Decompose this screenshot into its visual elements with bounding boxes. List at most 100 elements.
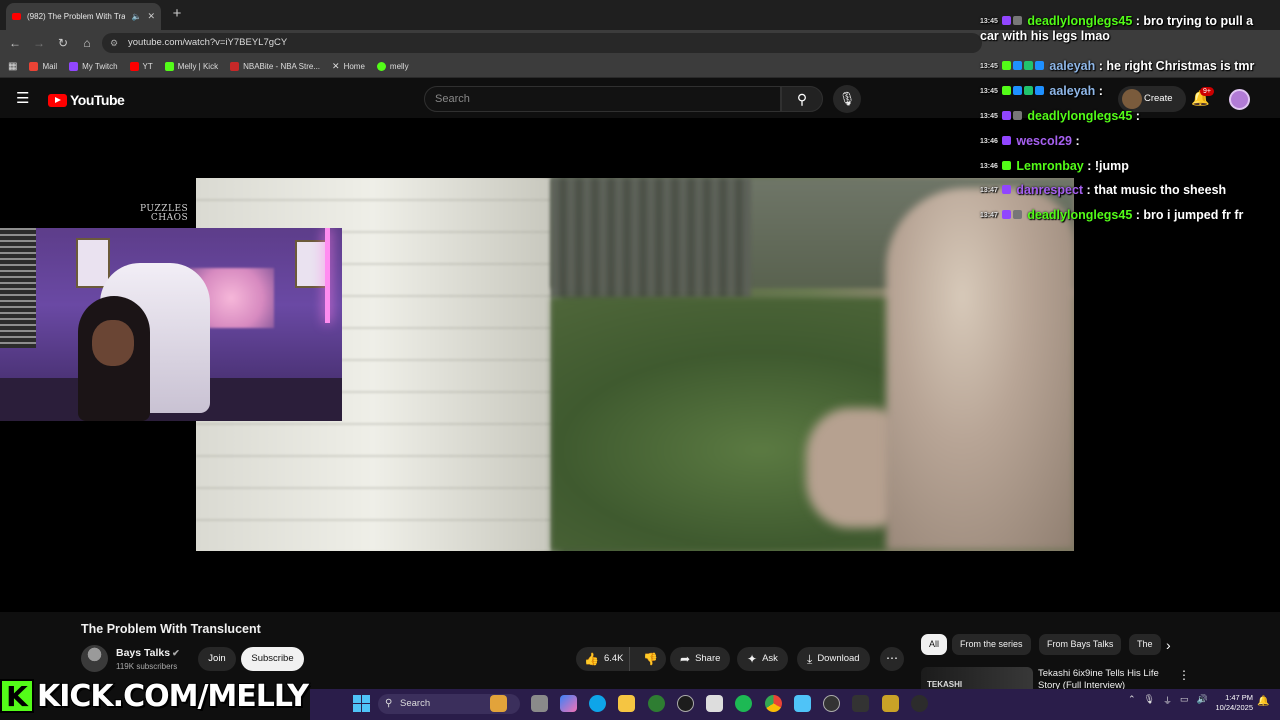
back-icon[interactable]: ←	[6, 34, 24, 52]
chat-message: 13:45 aaleyah : he right Christmas is tm…	[980, 59, 1270, 74]
reload-icon[interactable]: ↻	[54, 34, 72, 52]
spotify-icon[interactable]	[735, 695, 752, 712]
recommendation-title[interactable]: Tekashi 6ix9ine Tells His Life Story (Fu…	[1038, 668, 1168, 690]
chat-username: wescol29	[1012, 134, 1072, 148]
chat-text: : bro i jumped fr fr	[1132, 208, 1244, 222]
obs-icon[interactable]	[677, 695, 694, 712]
dislike-button[interactable]: 👎	[635, 647, 666, 671]
app-icon[interactable]	[911, 695, 928, 712]
chevron-right-icon[interactable]: ›	[1166, 637, 1171, 653]
chip-from-the-series[interactable]: From the series	[952, 634, 1031, 655]
network-icon[interactable]: ▭	[1180, 694, 1189, 707]
browser-tab[interactable]: (982) The Problem With Tra 🔈 ✕	[6, 3, 161, 30]
home-icon[interactable]: ⌂	[78, 34, 96, 52]
bookmark-my-twitch[interactable]: My Twitch	[69, 62, 118, 71]
chat-message: 13:47 deadlylonglegs45 : bro i jumped fr…	[980, 208, 1270, 223]
search-button[interactable]: ⚲	[781, 86, 823, 112]
windows-start-icon[interactable]	[353, 695, 370, 712]
chat-text: : he right Christmas is tmr	[1095, 59, 1255, 73]
share-label: Share	[695, 653, 721, 664]
chat-timestamp: 13:46	[980, 163, 998, 170]
chip-truncated[interactable]: The	[1129, 634, 1161, 655]
wall-poster	[295, 240, 327, 288]
bookmark-home[interactable]: ✕ Home	[332, 61, 365, 72]
forward-icon[interactable]: →	[30, 34, 48, 52]
bookmark-nbabite[interactable]: NBABite - NBA Stre...	[230, 62, 320, 71]
voice-search-icon[interactable]: 🎙	[833, 85, 861, 113]
ask-label: Ask	[762, 653, 778, 664]
like-button[interactable]: 👍 6.4K	[576, 647, 631, 671]
twitch-badge-icon	[1001, 111, 1011, 120]
recommendation-thumbnail[interactable]: TEKASHI	[921, 667, 1033, 689]
edge-icon[interactable]	[589, 695, 606, 712]
download-icon: ⤓	[807, 652, 813, 666]
media-player-icon[interactable]	[823, 695, 840, 712]
taskbar-widget-icon[interactable]	[490, 695, 507, 712]
mute-badge-icon	[1012, 16, 1022, 25]
bookmark-label: YT	[142, 62, 153, 71]
copilot-icon[interactable]	[560, 695, 577, 712]
clock-time: 1:47 PM	[1225, 693, 1253, 702]
blue-badge-icon	[1012, 61, 1022, 70]
task-view-icon[interactable]	[531, 695, 548, 712]
xbox-icon[interactable]	[648, 695, 665, 712]
bookmark-label: NBABite - NBA Stre...	[243, 62, 321, 71]
notification-icon[interactable]: 🔔	[1257, 696, 1269, 707]
usb-icon[interactable]: ⏚	[1163, 694, 1172, 707]
url-field[interactable]: ⚙ youtube.com/watch?v=iY7BEYL7gCY	[102, 33, 982, 53]
chat-timestamp: 13:45	[980, 113, 998, 120]
subscribe-button[interactable]: Subscribe	[241, 647, 304, 671]
streamer-webcam	[0, 228, 342, 421]
youtube-play-icon	[48, 93, 67, 107]
channel-name[interactable]: Bays Talks ✔	[116, 647, 180, 659]
chevron-up-icon[interactable]: ⌃	[1128, 694, 1136, 707]
chrome-icon[interactable]	[765, 695, 782, 712]
taskbar-search-label: Search	[400, 698, 431, 709]
bookmark-label: Home	[343, 62, 365, 71]
new-tab-button[interactable]: +	[168, 5, 186, 23]
arrow-app-icon[interactable]	[852, 695, 869, 712]
streaming-app-icon[interactable]	[882, 695, 899, 712]
apps-grid-icon[interactable]: ▦	[8, 61, 17, 72]
tab-title: (982) The Problem With Tra	[27, 12, 126, 21]
bookmark-melly[interactable]: melly	[376, 62, 409, 71]
search-icon: ⚲	[796, 91, 808, 107]
chat-message: 13:46 Lemronbay : !jump	[980, 159, 1270, 174]
search-input[interactable]: Search	[424, 86, 781, 112]
channel-avatar[interactable]	[81, 645, 108, 672]
bookmark-label: Mail	[42, 62, 58, 71]
chat-text: :	[1071, 134, 1080, 148]
leaf-icon	[376, 62, 386, 71]
chat-message: 13:45 deadlylonglegs45 :	[980, 109, 1270, 124]
recommendation-menu-icon[interactable]: ⋮	[1178, 668, 1190, 682]
chat-username: deadlylonglegs45	[1023, 109, 1133, 123]
speaker-icon[interactable]: 🔈	[131, 12, 141, 21]
file-explorer-icon[interactable]	[618, 695, 635, 712]
chat-text: : !jump	[1083, 159, 1129, 173]
bookmark-yt[interactable]: YT	[129, 62, 153, 71]
blue-badge-icon	[1012, 86, 1022, 95]
hamburger-menu-icon[interactable]: ☰	[16, 90, 32, 108]
chip-all[interactable]: All	[921, 634, 948, 655]
youtube-logo[interactable]: YouTube	[48, 92, 125, 108]
chat-timestamp: 13:45	[980, 18, 998, 25]
bookmark-mail[interactable]: Mail	[29, 62, 57, 71]
join-button[interactable]: Join	[198, 647, 236, 671]
chat-text: :	[1132, 109, 1140, 123]
close-tab-icon[interactable]: ✕	[147, 11, 155, 22]
more-actions-icon[interactable]: ⋯	[880, 647, 904, 671]
twitch-icon	[69, 62, 79, 71]
chip-from-bays-talks[interactable]: From Bays Talks	[1039, 634, 1122, 655]
download-button[interactable]: ⤓ Download	[797, 647, 870, 671]
taskbar-clock[interactable]: 1:47 PM 10/24/2025	[1205, 693, 1253, 713]
microphone-icon[interactable]: 🎙	[1144, 694, 1155, 707]
chat-username: deadlylonglegs45	[1023, 14, 1133, 28]
store-icon[interactable]	[706, 695, 723, 712]
bookmark-label: Melly | Kick	[177, 62, 219, 71]
ask-button[interactable]: ✦ Ask	[737, 647, 788, 671]
share-button[interactable]: ➦ Share	[670, 647, 731, 671]
chat-timestamp: 13:45	[980, 63, 998, 70]
bookmark-melly-kick[interactable]: Melly | Kick	[164, 62, 219, 71]
photos-icon[interactable]	[794, 695, 811, 712]
site-info-icon[interactable]: ⚙	[110, 33, 118, 53]
